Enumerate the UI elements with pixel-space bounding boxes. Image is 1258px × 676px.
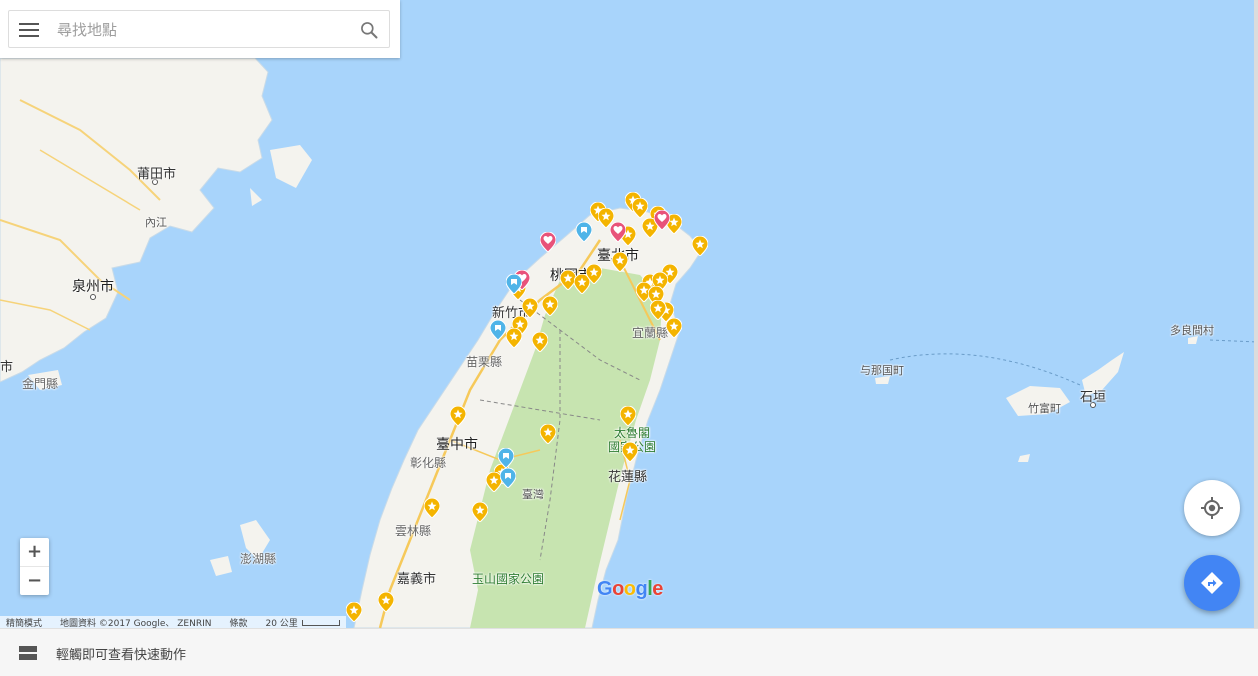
label-yonaguni: 与那国町	[860, 364, 904, 377]
logo-letter: g	[635, 578, 648, 600]
directions-arrow-icon	[1201, 572, 1223, 594]
search-icon[interactable]	[359, 20, 379, 40]
right-edge-strip	[1254, 0, 1258, 628]
search-box	[8, 10, 390, 48]
quick-actions-label: 輕觸即可查看快速動作	[56, 648, 187, 663]
star-pin-icon[interactable]	[542, 296, 558, 316]
terms-link[interactable]: 條款	[229, 616, 247, 629]
star-pin-icon[interactable]	[632, 198, 648, 218]
label-kinmen: 金門縣	[22, 377, 59, 391]
star-pin-icon[interactable]	[622, 442, 638, 462]
scale-indicator[interactable]: 20 公里	[265, 616, 340, 629]
star-pin-icon[interactable]	[532, 332, 548, 352]
zoom-control: + −	[20, 538, 49, 595]
quick-actions-icon	[19, 646, 37, 660]
label-putian: 莆田市	[137, 167, 177, 182]
label-miaoli: 苗栗縣	[466, 355, 503, 369]
zoom-out-button[interactable]: −	[20, 567, 49, 595]
flag-pin-icon[interactable]	[490, 320, 506, 340]
star-pin-icon[interactable]	[472, 502, 488, 522]
star-pin-icon[interactable]	[650, 300, 666, 320]
label-yushan: 玉山國家公園	[472, 572, 545, 586]
logo-letter: e	[652, 578, 663, 600]
lite-mode-link[interactable]: 精簡模式	[6, 616, 42, 629]
my-location-button[interactable]	[1184, 480, 1240, 536]
label-tarama: 多良間村	[1170, 324, 1214, 337]
label-chiayi: 嘉義市	[397, 572, 437, 587]
logo-letter: o	[612, 578, 624, 600]
label-taichung: 臺中市	[436, 437, 478, 453]
heart-pin-icon[interactable]	[654, 210, 670, 230]
flag-pin-icon[interactable]	[500, 468, 516, 488]
heart-pin-icon[interactable]	[610, 222, 626, 242]
scale-bar	[301, 620, 340, 626]
zoom-in-button[interactable]: +	[20, 538, 49, 567]
label-quanzhou: 泉州市	[72, 279, 114, 295]
label-edge-left: 市	[0, 360, 14, 375]
star-pin-icon[interactable]	[450, 406, 466, 426]
label-neijiang: 內江	[145, 216, 167, 229]
star-pin-icon[interactable]	[586, 264, 602, 284]
map-canvas[interactable]: 莆田市 泉州市 市 金門縣 內江 澎湖縣 臺北市 桃園市 新竹市 苗栗縣 宜蘭縣…	[0, 0, 1258, 628]
logo-letter: o	[623, 578, 636, 600]
star-pin-icon[interactable]	[540, 424, 556, 444]
map-svg[interactable]	[0, 0, 1258, 628]
label-penghu: 澎湖縣	[240, 552, 277, 566]
label-yilan: 宜蘭縣	[632, 326, 669, 340]
star-pin-icon[interactable]	[620, 406, 636, 426]
map-data-text: 地圖資料 ©2017 Google、 ZENRIN	[60, 618, 212, 629]
hamburger-menu-icon[interactable]	[19, 23, 39, 37]
star-pin-icon[interactable]	[666, 318, 682, 338]
label-ishigaki: 石垣	[1080, 390, 1107, 405]
search-panel	[0, 0, 400, 58]
star-pin-icon[interactable]	[522, 298, 538, 318]
logo-letter: G	[597, 578, 613, 600]
google-logo: Google	[597, 578, 663, 601]
scale-label: 20 公里	[265, 618, 298, 629]
flag-pin-icon[interactable]	[498, 448, 514, 468]
directions-button[interactable]	[1184, 555, 1240, 611]
label-yunlin: 雲林縣	[395, 524, 432, 538]
label-taketomi: 竹富町	[1028, 402, 1061, 415]
heart-pin-icon[interactable]	[540, 232, 556, 252]
map-app: 莆田市 泉州市 市 金門縣 內江 澎湖縣 臺北市 桃園市 新竹市 苗栗縣 宜蘭縣…	[0, 0, 1258, 676]
label-hualien: 花蓮縣	[608, 470, 648, 485]
quick-actions-bar[interactable]: 輕觸即可查看快速動作	[0, 628, 1258, 676]
attribution-bar: 精簡模式 地圖資料 ©2017 Google、 ZENRIN 條款 20 公里	[0, 616, 346, 629]
star-pin-icon[interactable]	[424, 498, 440, 518]
crosshair-target-icon	[1201, 497, 1223, 519]
star-pin-icon[interactable]	[692, 236, 708, 256]
flag-pin-icon[interactable]	[506, 274, 522, 294]
star-pin-icon[interactable]	[612, 252, 628, 272]
label-changhua: 彰化縣	[410, 456, 447, 470]
star-pin-icon[interactable]	[506, 328, 522, 348]
star-pin-icon[interactable]	[378, 592, 394, 612]
star-pin-icon[interactable]	[346, 602, 362, 622]
flag-pin-icon[interactable]	[576, 222, 592, 242]
search-input[interactable]	[55, 18, 349, 42]
label-taiwan: 臺灣	[522, 488, 544, 501]
